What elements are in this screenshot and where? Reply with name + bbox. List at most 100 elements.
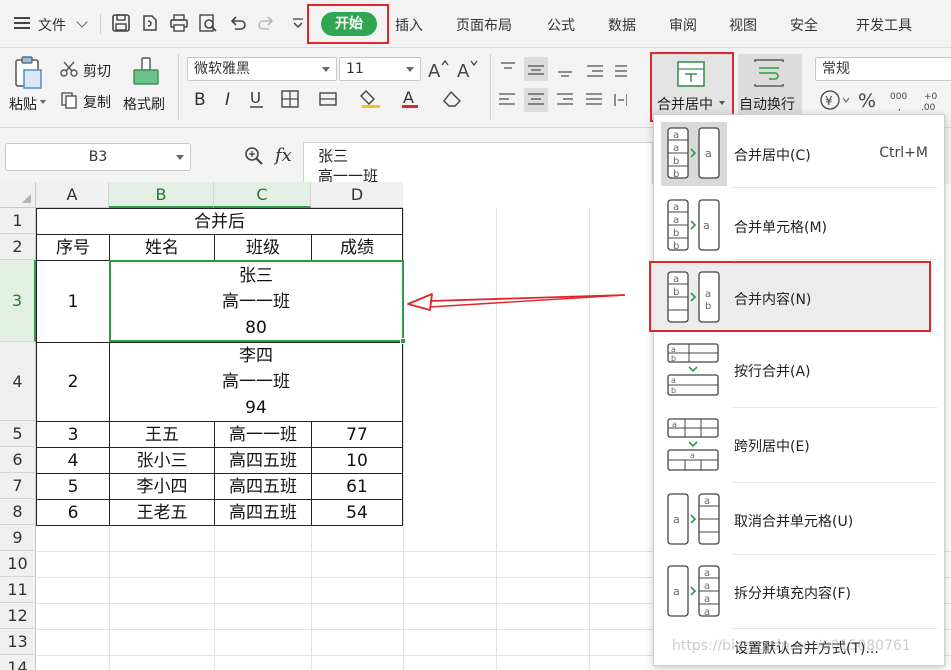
- tab-page-layout[interactable]: 页面布局: [456, 15, 512, 35]
- output-pdf-icon[interactable]: [140, 13, 160, 33]
- row-header-6[interactable]: 6: [0, 447, 36, 473]
- select-all-corner[interactable]: [0, 182, 36, 208]
- header-cell-class[interactable]: 班级: [214, 234, 312, 261]
- tab-data[interactable]: 数据: [608, 15, 636, 35]
- table-cell[interactable]: 3: [36, 421, 110, 448]
- column-header-c[interactable]: C: [214, 182, 311, 208]
- menu-item-center-across[interactable]: 跨列居中(E): [661, 421, 938, 471]
- menu-item-unmerge[interactable]: 取消合并单元格(U): [661, 496, 938, 546]
- font-name-select[interactable]: 微软雅黑: [187, 57, 337, 81]
- wrap-text-icon[interactable]: [753, 58, 785, 88]
- menu-item-merge-cells[interactable]: 合并单元格(M): [661, 202, 938, 252]
- table-cell[interactable]: 高一一班: [214, 421, 312, 448]
- row-header-3[interactable]: 3: [0, 260, 36, 342]
- menu-item-split-fill[interactable]: 拆分并填充内容(F): [661, 568, 938, 618]
- table-cell[interactable]: 张小三: [109, 447, 215, 474]
- column-header-a[interactable]: A: [36, 182, 109, 208]
- table-cell[interactable]: 77: [311, 421, 403, 448]
- number-format-icons[interactable]: ¥ % 000 , +0 .00: [818, 88, 951, 112]
- save-icon[interactable]: [111, 13, 131, 33]
- menu-item-merge-by-row[interactable]: 按行合并(A): [661, 346, 938, 396]
- italic-icon[interactable]: I: [220, 89, 238, 109]
- copy-button[interactable]: 复制: [83, 92, 111, 112]
- table-cell[interactable]: 高四五班: [214, 447, 312, 474]
- row-header-5[interactable]: 5: [0, 421, 36, 447]
- row-header-1[interactable]: 1: [0, 208, 36, 234]
- table-cell[interactable]: 10: [311, 447, 403, 474]
- table-title-cell[interactable]: 合并后: [36, 208, 403, 235]
- chevron-down-icon[interactable]: [176, 155, 184, 160]
- tab-home[interactable]: 开始: [321, 12, 377, 36]
- tab-security[interactable]: 安全: [790, 15, 818, 35]
- redo-icon[interactable]: [256, 13, 276, 33]
- alignment-icons[interactable]: [497, 60, 627, 110]
- scissors-icon[interactable]: [60, 60, 78, 78]
- row-header-10[interactable]: 10: [0, 551, 36, 577]
- table-cell[interactable]: 6: [36, 499, 110, 526]
- table-cell[interactable]: 54: [311, 499, 403, 526]
- header-cell-seq[interactable]: 序号: [36, 234, 110, 261]
- font-size-select[interactable]: 11: [339, 57, 421, 81]
- undo-icon[interactable]: [228, 13, 248, 33]
- fill-handle[interactable]: [400, 338, 406, 344]
- tab-insert[interactable]: 插入: [395, 15, 423, 35]
- format-painter-icon[interactable]: [131, 56, 161, 88]
- fx-icon[interactable]: fx: [275, 145, 292, 166]
- print-icon[interactable]: [169, 13, 189, 33]
- print-preview-icon[interactable]: [198, 13, 218, 33]
- tab-formulas[interactable]: 公式: [547, 15, 575, 35]
- increase-font-size-icon[interactable]: A: [427, 58, 449, 80]
- row-header-9[interactable]: 9: [0, 525, 36, 551]
- clear-format-icon[interactable]: [442, 89, 464, 109]
- row-header-4[interactable]: 4: [0, 342, 36, 421]
- merged-cell-b4[interactable]: 李四 高一一班 94: [109, 342, 403, 422]
- row-header-14[interactable]: 14: [0, 655, 36, 670]
- table-cell[interactable]: 61: [311, 473, 403, 500]
- customize-toolbar-icon[interactable]: [288, 13, 308, 33]
- row-header-12[interactable]: 12: [0, 603, 36, 629]
- column-header-d[interactable]: D: [311, 182, 403, 208]
- decrease-font-size-icon[interactable]: A: [456, 58, 478, 80]
- merge-center-icon[interactable]: [676, 60, 706, 88]
- cut-button[interactable]: 剪切: [83, 61, 111, 81]
- column-header-b[interactable]: B: [109, 182, 214, 208]
- tab-view[interactable]: 视图: [729, 15, 757, 35]
- table-cell-seq[interactable]: 2: [36, 342, 110, 422]
- borders-icon[interactable]: [280, 89, 300, 109]
- menu-item-merge-center[interactable]: 合并居中(C) Ctrl+M: [661, 130, 938, 180]
- menu-icon[interactable]: [14, 17, 30, 29]
- name-box[interactable]: B3: [5, 143, 191, 171]
- auto-wrap-button[interactable]: 自动换行: [739, 94, 795, 114]
- menu-item-merge-content[interactable]: 合并内容(N): [661, 274, 938, 324]
- chevron-down-icon[interactable]: [322, 67, 330, 72]
- merge-center-button[interactable]: 合并居中: [657, 94, 713, 114]
- table-cell-seq[interactable]: 1: [36, 260, 110, 343]
- header-cell-name[interactable]: 姓名: [109, 234, 215, 261]
- underline-icon[interactable]: U: [248, 89, 266, 109]
- row-header-8[interactable]: 8: [0, 499, 36, 525]
- paste-button[interactable]: 粘贴: [9, 94, 37, 114]
- zoom-icon[interactable]: [244, 146, 264, 166]
- copy-icon[interactable]: [60, 91, 78, 109]
- table-cell[interactable]: 王五: [109, 421, 215, 448]
- fill-color-icon[interactable]: [360, 87, 382, 109]
- table-cell[interactable]: 4: [36, 447, 110, 474]
- header-cell-score[interactable]: 成绩: [311, 234, 403, 261]
- table-cell[interactable]: 高四五班: [214, 473, 312, 500]
- row-header-11[interactable]: 11: [0, 577, 36, 603]
- row-header-13[interactable]: 13: [0, 629, 36, 655]
- bold-icon[interactable]: B: [192, 89, 210, 109]
- row-header-2[interactable]: 2: [0, 234, 36, 260]
- file-menu[interactable]: 文件: [38, 15, 66, 35]
- number-format-select[interactable]: 常规: [815, 57, 951, 81]
- table-cell[interactable]: 李小四: [109, 473, 215, 500]
- format-painter-button[interactable]: 格式刷: [123, 94, 165, 114]
- table-cell[interactable]: 5: [36, 473, 110, 500]
- tab-review[interactable]: 审阅: [669, 15, 697, 35]
- chevron-down-icon[interactable]: [719, 101, 725, 105]
- font-color-icon[interactable]: A: [400, 87, 420, 109]
- paste-dropdown-icon[interactable]: [40, 100, 46, 104]
- table-cell[interactable]: 高四五班: [214, 499, 312, 526]
- paste-icon[interactable]: [12, 56, 44, 90]
- row-header-7[interactable]: 7: [0, 473, 36, 499]
